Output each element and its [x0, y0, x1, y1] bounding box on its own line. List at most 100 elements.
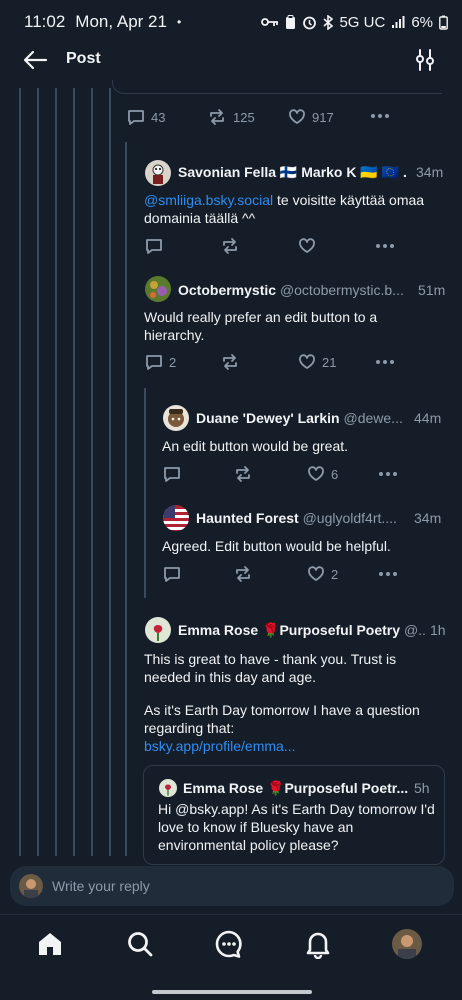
- post-text: This is great to have - thank you. Trust…: [144, 651, 397, 685]
- battery-label: 6%: [411, 13, 433, 31]
- avatar[interactable]: [145, 160, 171, 186]
- reply-button[interactable]: 2: [145, 353, 176, 371]
- reply-icon: [146, 355, 162, 370]
- more-icon[interactable]: [370, 112, 390, 120]
- repost-icon[interactable]: [220, 237, 240, 255]
- thread-line: [55, 88, 57, 856]
- avatar[interactable]: [163, 405, 189, 431]
- like-button[interactable]: 917: [288, 108, 334, 126]
- signal-icon: [392, 16, 405, 28]
- reply-icon[interactable]: [145, 237, 163, 255]
- author-name[interactable]: Emma Rose 🌹Purposeful Poetry: [178, 622, 400, 638]
- author-handle[interactable]: @uglyoldf4rt....: [303, 510, 397, 526]
- post-author: Haunted Forest @uglyoldf4rt....: [196, 510, 408, 526]
- post-time: 51m: [418, 282, 446, 298]
- reply-composer[interactable]: [10, 866, 454, 906]
- like-button[interactable]: 2: [307, 565, 338, 583]
- avatar: [159, 779, 177, 797]
- repost-icon: [210, 109, 224, 125]
- avatar[interactable]: [145, 276, 171, 302]
- post-time: 1h: [430, 622, 446, 638]
- repost-icon[interactable]: [233, 565, 253, 583]
- post-time: 34m: [416, 164, 444, 180]
- author-name[interactable]: Savonian Fella 🇫🇮 Marko K 🇺🇦 🇪🇺 ...: [178, 164, 406, 180]
- repost-button[interactable]: 125: [207, 108, 255, 126]
- author-handle[interactable]: @octobermystic.b...: [280, 282, 404, 298]
- home-icon[interactable]: [35, 929, 65, 959]
- parent-card-edge: [112, 80, 442, 94]
- author-name[interactable]: Duane 'Dewey' Larkin: [196, 410, 340, 426]
- thread-line: [73, 88, 75, 856]
- more-icon[interactable]: [375, 242, 395, 250]
- repost-icon[interactable]: [220, 353, 240, 371]
- profile-link[interactable]: bsky.app/profile/emma...: [144, 737, 440, 755]
- like-count: 6: [331, 466, 339, 482]
- author-handle[interactable]: @dewe...: [344, 410, 403, 426]
- heart-icon: [289, 109, 305, 124]
- bluetooth-icon: [323, 14, 334, 30]
- thread-line: [19, 88, 21, 856]
- reply-icon[interactable]: [163, 565, 181, 583]
- network-label: 5G UC: [339, 13, 386, 31]
- reply-button[interactable]: 43: [127, 108, 165, 126]
- thread-line: [109, 88, 111, 856]
- author-name: Emma Rose 🌹Purposeful Poetr...: [183, 780, 409, 796]
- more-icon[interactable]: [378, 470, 398, 478]
- heart-icon[interactable]: [298, 237, 316, 255]
- status-dot: •: [176, 15, 182, 29]
- quote-post[interactable]: Emma Rose 🌹Purposeful Poetr... 5h Hi @bs…: [143, 765, 445, 865]
- alarm-icon: [303, 16, 317, 29]
- post-text: @smliiga.bsky.social te voisitte käyttää…: [144, 191, 444, 227]
- sliders-icon[interactable]: [414, 48, 436, 72]
- reply-icon: [128, 110, 144, 125]
- quote-author: Emma Rose 🌹Purposeful Poetr...: [183, 780, 409, 797]
- post-author: Savonian Fella 🇫🇮 Marko K 🇺🇦 🇪🇺 ...: [178, 164, 406, 181]
- avatar: [19, 874, 43, 898]
- status-date: Mon, Apr 21: [75, 12, 167, 31]
- status-bar: 11:02 Mon, Apr 21 • 5G UC 6%: [0, 0, 462, 44]
- search-icon[interactable]: [125, 929, 155, 959]
- heart-icon: [308, 466, 324, 481]
- author-handle[interactable]: @...: [404, 622, 426, 638]
- post-text: An edit button would be great.: [162, 438, 349, 454]
- more-icon[interactable]: [378, 570, 398, 578]
- bell-icon[interactable]: [303, 929, 333, 959]
- post-author: Duane 'Dewey' Larkin @dewe...: [196, 410, 410, 426]
- heart-icon: [308, 566, 324, 581]
- key-icon: [261, 18, 279, 26]
- reply-count: 2: [169, 354, 177, 370]
- battery-icon: [439, 15, 448, 30]
- profile-avatar[interactable]: [392, 929, 422, 959]
- repost-icon[interactable]: [233, 465, 253, 483]
- thread-lines: [0, 88, 130, 856]
- reply-input[interactable]: [52, 874, 442, 898]
- clipboard-icon: [286, 14, 296, 29]
- heart-icon: [299, 354, 315, 369]
- more-icon[interactable]: [375, 358, 395, 366]
- post-text: Agreed. Edit button would be helpful.: [162, 538, 391, 554]
- avatar[interactable]: [163, 505, 189, 531]
- reply-icon[interactable]: [163, 465, 181, 483]
- post-text: As it's Earth Day tomorrow I have a ques…: [144, 702, 420, 736]
- post-time: 44m: [414, 410, 442, 426]
- mention-link[interactable]: @smliiga.bsky.social: [144, 192, 273, 208]
- like-count: 2: [331, 566, 339, 582]
- like-button[interactable]: 21: [298, 353, 336, 371]
- repost-count: 125: [233, 109, 255, 125]
- bottom-nav: [0, 914, 462, 1000]
- post-header: Post: [0, 44, 462, 76]
- like-button[interactable]: 6: [307, 465, 338, 483]
- post-author: Octobermystic @octobermystic.b...: [178, 282, 412, 298]
- status-time: 11:02: [24, 12, 66, 31]
- thread-line: [37, 88, 39, 856]
- reply-count: 43: [151, 109, 166, 125]
- author-name[interactable]: Octobermystic: [178, 282, 276, 298]
- thread-line: [91, 88, 93, 856]
- arrow-left-icon[interactable]: [22, 48, 48, 72]
- avatar[interactable]: [145, 617, 171, 643]
- thread-line: [144, 388, 146, 598]
- quote-text: Hi @bsky.app! As it's Earth Day tomorrow…: [158, 801, 435, 853]
- author-name[interactable]: Haunted Forest: [196, 510, 299, 526]
- like-count: 917: [312, 109, 334, 125]
- chat-icon[interactable]: [214, 929, 244, 959]
